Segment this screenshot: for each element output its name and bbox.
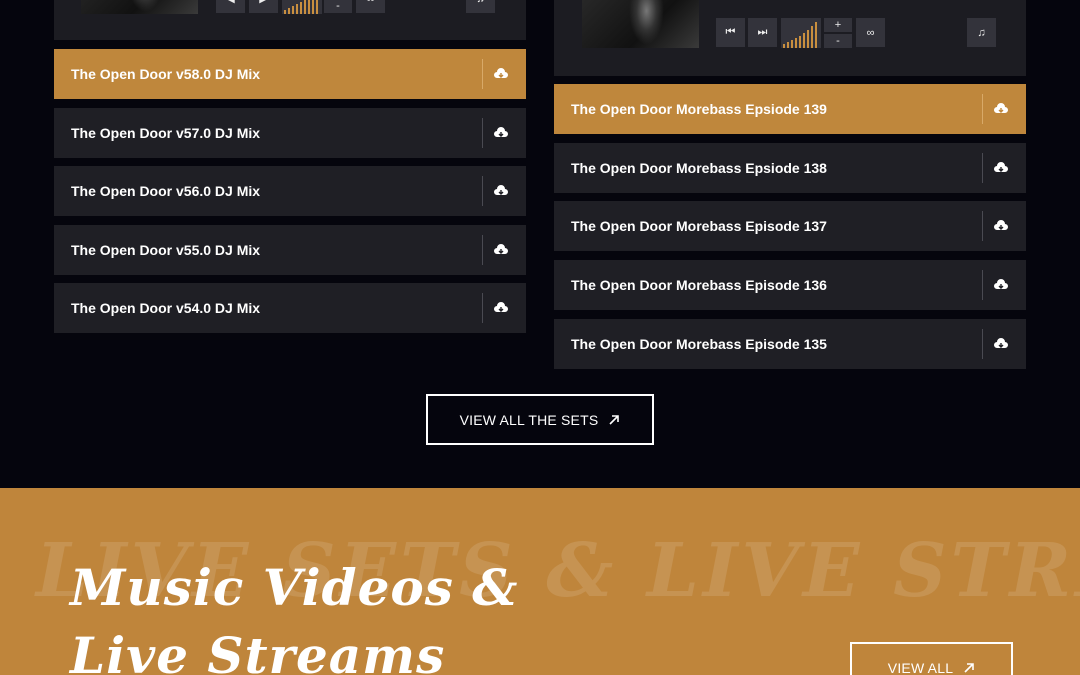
volume-bars-icon (284, 0, 318, 14)
track-title: The Open Door v56.0 DJ Mix (71, 183, 261, 199)
cloud-download-icon[interactable] (493, 242, 509, 258)
view-all-videos-button[interactable]: VIEW ALL (850, 642, 1013, 675)
cloud-download-icon[interactable] (993, 101, 1009, 117)
track-title: The Open Door Morebass Epsiode 138 (571, 160, 827, 176)
right-volume-down-button[interactable]: - (824, 34, 852, 48)
left-volume-meter[interactable] (282, 0, 322, 14)
cloud-download-icon[interactable] (993, 160, 1009, 176)
track-item[interactable]: The Open Door v55.0 DJ Mix (54, 225, 526, 275)
track-title: The Open Door v57.0 DJ Mix (71, 125, 261, 141)
right-playlist-button[interactable]: ♫ (967, 18, 996, 47)
track-item[interactable]: The Open Door v56.0 DJ Mix (54, 166, 526, 216)
left-loop-button[interactable]: ∞ (356, 0, 385, 13)
section-heading: Music Videos & Live Streams (70, 554, 518, 675)
volume-bars-icon (783, 22, 817, 48)
cloud-download-icon[interactable] (493, 66, 509, 82)
track-title: The Open Door Morebass Episode 136 (571, 277, 827, 293)
cloud-download-icon[interactable] (493, 125, 509, 141)
track-item[interactable]: The Open Door Morebass Episode 136 (554, 260, 1026, 310)
track-item[interactable]: The Open Door v58.0 DJ Mix (54, 49, 526, 99)
left-player-artwork (81, 0, 198, 14)
view-all-sets-button[interactable]: VIEW ALL THE SETS (426, 394, 654, 445)
track-item[interactable]: The Open Door Morebass Epsiode 139 (554, 84, 1026, 134)
arrow-up-right-icon (609, 414, 620, 425)
left-player: ◀ ▶ - ∞ ♫ (54, 0, 526, 40)
track-item[interactable]: The Open Door Morebass Episode 137 (554, 201, 1026, 251)
section-heading-line2: Live Streams (70, 626, 446, 675)
cloud-download-icon[interactable] (993, 218, 1009, 234)
section-heading-line1: Music Videos & (70, 558, 519, 617)
arrow-up-right-icon (964, 662, 975, 673)
right-next-button[interactable]: ⏭ (748, 18, 777, 47)
track-item[interactable]: The Open Door Morebass Episode 135 (554, 319, 1026, 369)
left-prev-button[interactable]: ◀ (216, 0, 245, 13)
cloud-download-icon[interactable] (493, 183, 509, 199)
track-title: The Open Door Morebass Episode 135 (571, 336, 827, 352)
track-title: The Open Door v55.0 DJ Mix (71, 242, 261, 258)
cloud-download-icon[interactable] (993, 277, 1009, 293)
left-volume-down-button[interactable]: - (324, 0, 352, 13)
track-title: The Open Door Morebass Episode 137 (571, 218, 827, 234)
track-title: The Open Door v58.0 DJ Mix (71, 66, 261, 82)
left-next-button[interactable]: ▶ (249, 0, 278, 13)
track-title: The Open Door v54.0 DJ Mix (71, 300, 261, 316)
right-volume-meter[interactable] (781, 18, 821, 48)
right-player: ⏮ ⏭ + - ∞ ♫ (554, 0, 1026, 76)
track-title: The Open Door Morebass Epsiode 139 (571, 101, 827, 117)
right-loop-button[interactable]: ∞ (856, 18, 885, 47)
left-playlist-button[interactable]: ♫ (466, 0, 495, 13)
cloud-download-icon[interactable] (493, 300, 509, 316)
view-all-videos-label: VIEW ALL (887, 659, 954, 675)
view-all-sets-label: VIEW ALL THE SETS (459, 411, 599, 428)
track-item[interactable]: The Open Door v54.0 DJ Mix (54, 283, 526, 333)
music-videos-section: LIVE SETS & LIVE STREAMS Music Videos & … (0, 488, 1080, 675)
track-item[interactable]: The Open Door v57.0 DJ Mix (54, 108, 526, 158)
right-player-artwork (582, 0, 699, 48)
right-volume-up-button[interactable]: + (824, 18, 852, 32)
right-prev-button[interactable]: ⏮ (716, 18, 745, 47)
track-item[interactable]: The Open Door Morebass Epsiode 138 (554, 143, 1026, 193)
cloud-download-icon[interactable] (993, 336, 1009, 352)
